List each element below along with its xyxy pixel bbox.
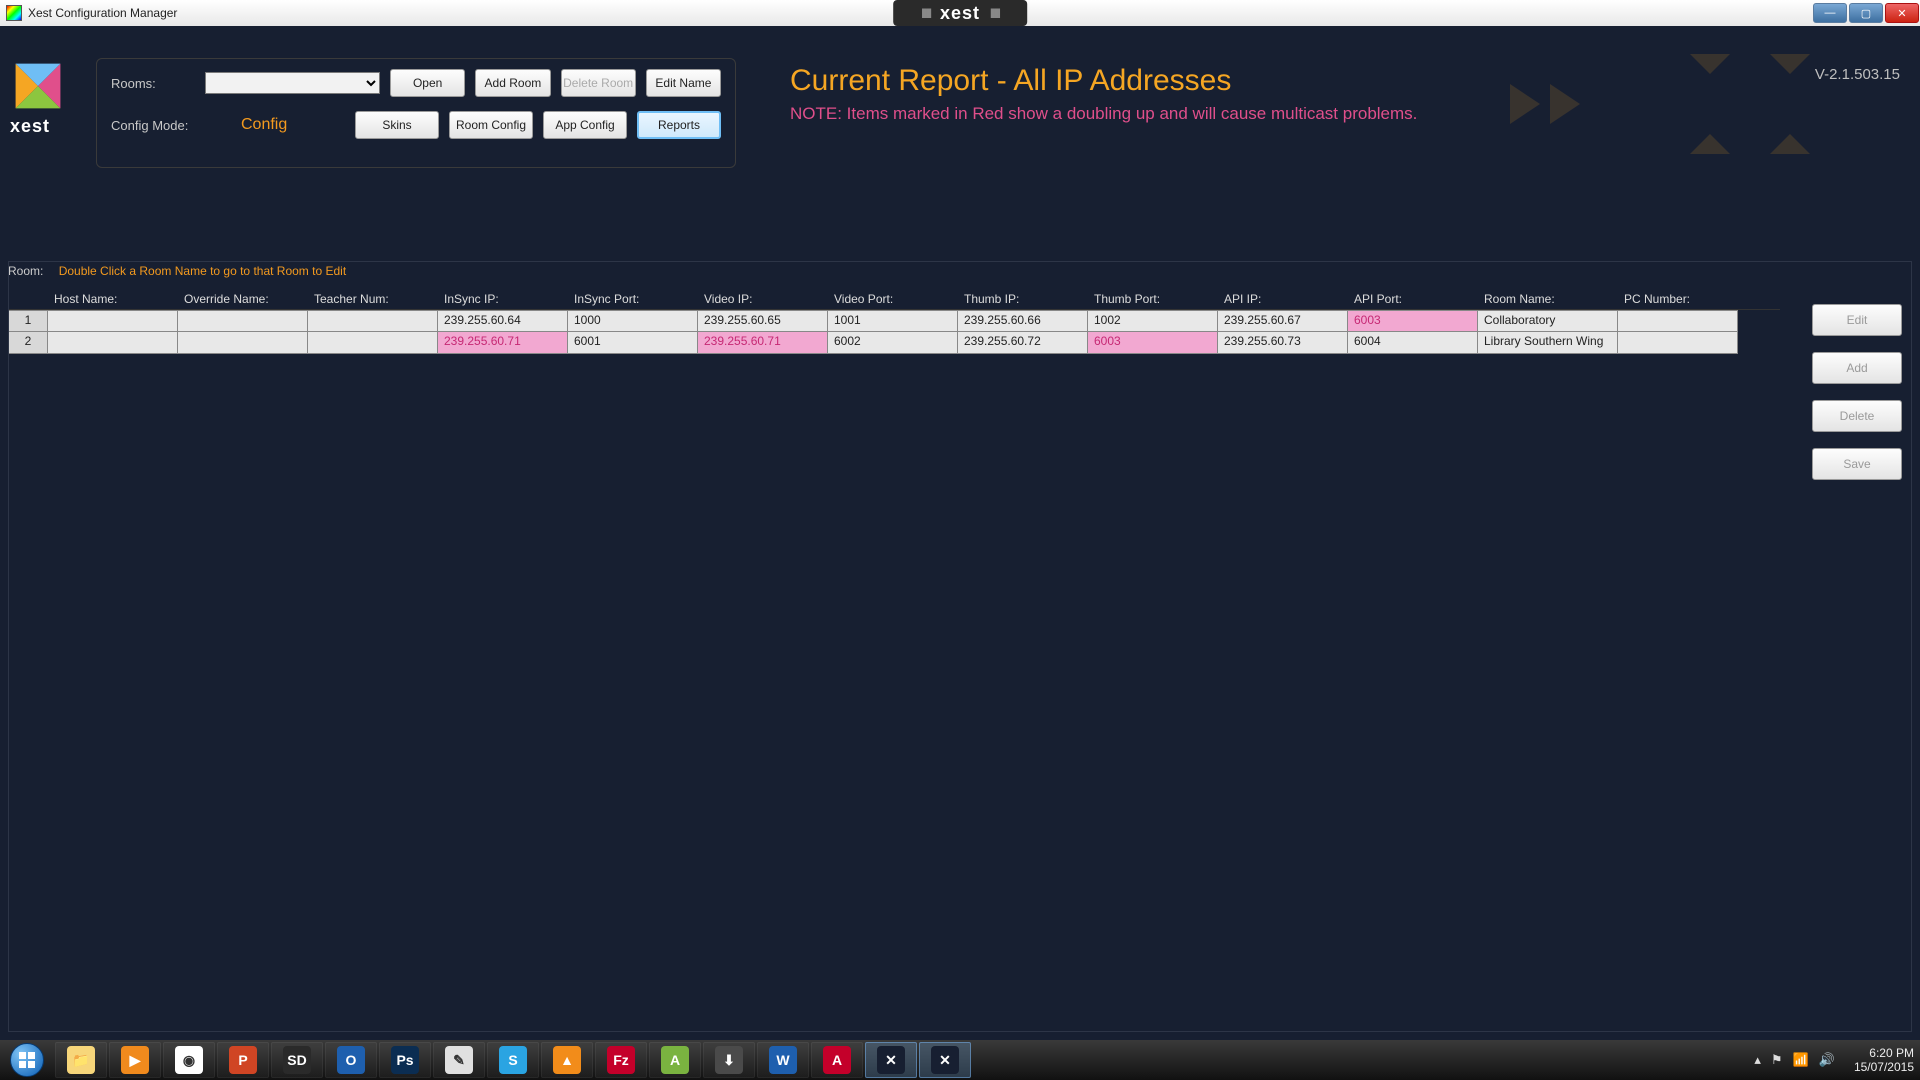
taskbar-item-vlc[interactable]: ▲ (541, 1042, 593, 1078)
sd-icon: SD (283, 1046, 311, 1074)
mediaplayer-icon: ▶ (121, 1046, 149, 1074)
chrome-icon: ◉ (175, 1046, 203, 1074)
system-tray: ▴ ⚑ 📶 🔊 6:20 PM 15/07/2015 (1749, 1046, 1920, 1074)
brand-text: xest (940, 3, 980, 24)
window-title: Xest Configuration Manager (28, 6, 177, 20)
clock[interactable]: 6:20 PM 15/07/2015 (1854, 1046, 1914, 1074)
taskbar-item-explorer[interactable]: 📁 (55, 1042, 107, 1078)
acrobat-icon: A (823, 1046, 851, 1074)
maximize-button[interactable]: ▢ (1849, 3, 1883, 23)
window-titlebar: Xest Configuration Manager ||||||||||| x… (0, 0, 1920, 26)
taskbar-item-mediaplayer[interactable]: ▶ (109, 1042, 161, 1078)
taskbar: 📁▶◉PSDOPs✎S▲FzA⬇WA✕✕ ▴ ⚑ 📶 🔊 6:20 PM 15/… (0, 1040, 1920, 1080)
header: xest Rooms: Open Add Room Delete Room Ed… (0, 26, 1920, 161)
vlc-icon: ▲ (553, 1046, 581, 1074)
taskbar-item-outlook[interactable]: O (325, 1042, 377, 1078)
taskbar-item-powerpoint[interactable]: P (217, 1042, 269, 1078)
xest2-icon: ✕ (931, 1046, 959, 1074)
close-button[interactable]: ✕ (1885, 3, 1919, 23)
explorer-icon: 📁 (67, 1046, 95, 1074)
add-room-button[interactable]: Add Room (475, 69, 550, 97)
app-config-button[interactable]: App Config (543, 111, 627, 139)
taskbar-item-notepad[interactable]: ✎ (433, 1042, 485, 1078)
taskbar-item-acrobat[interactable]: A (811, 1042, 863, 1078)
skins-button[interactable]: Skins (355, 111, 439, 139)
table-border (8, 261, 1912, 1032)
grip-right: ||||||||||| (990, 8, 999, 19)
photoshop-icon: Ps (391, 1046, 419, 1074)
config-mode-value: Config (241, 116, 287, 134)
report-note: NOTE: Items marked in Red show a doublin… (790, 104, 1417, 124)
outlook-icon: O (337, 1046, 365, 1074)
tray-volume-icon[interactable]: 🔊 (1819, 1052, 1835, 1068)
rooms-panel: Rooms: Open Add Room Delete Room Edit Na… (96, 58, 736, 168)
delete-room-button[interactable]: Delete Room (561, 69, 636, 97)
word-icon: W (769, 1046, 797, 1074)
grip-left: ||||||||||| (921, 8, 930, 19)
app-icon (6, 5, 22, 21)
taskbar-item-androidstudio[interactable]: A (649, 1042, 701, 1078)
taskbar-item-chrome[interactable]: ◉ (163, 1042, 215, 1078)
notepad-icon: ✎ (445, 1046, 473, 1074)
room-config-button[interactable]: Room Config (449, 111, 533, 139)
clock-date: 15/07/2015 (1854, 1060, 1914, 1074)
windows-icon (10, 1043, 44, 1077)
taskbar-item-download[interactable]: ⬇ (703, 1042, 755, 1078)
filezilla-icon: Fz (607, 1046, 635, 1074)
taskbar-item-word[interactable]: W (757, 1042, 809, 1078)
report-title: Current Report - All IP Addresses (790, 64, 1231, 98)
brand-pill: ||||||||||| xest ||||||||||| (893, 0, 1027, 26)
androidstudio-icon: A (661, 1046, 689, 1074)
edit-name-button[interactable]: Edit Name (646, 69, 721, 97)
tray-chevron-icon[interactable]: ▴ (1754, 1052, 1761, 1068)
version-label: V-2.1.503.15 (1815, 66, 1900, 83)
config-mode-label: Config Mode: (111, 118, 216, 133)
reports-button[interactable]: Reports (637, 111, 721, 139)
rooms-label: Rooms: (111, 76, 205, 91)
app-body: xest Rooms: Open Add Room Delete Room Ed… (0, 26, 1920, 1040)
taskbar-item-skype[interactable]: S (487, 1042, 539, 1078)
taskbar-item-filezilla[interactable]: Fz (595, 1042, 647, 1078)
taskbar-item-photoshop[interactable]: Ps (379, 1042, 431, 1078)
rooms-select[interactable] (205, 72, 380, 94)
tray-network-icon[interactable]: 📶 (1793, 1052, 1809, 1068)
logo-text: xest (10, 116, 50, 137)
open-button[interactable]: Open (390, 69, 465, 97)
start-button[interactable] (0, 1040, 54, 1080)
download-icon: ⬇ (715, 1046, 743, 1074)
powerpoint-icon: P (229, 1046, 257, 1074)
taskbar-item-sd[interactable]: SD (271, 1042, 323, 1078)
xest1-icon: ✕ (877, 1046, 905, 1074)
minimize-button[interactable]: — (1813, 3, 1847, 23)
clock-time: 6:20 PM (1854, 1046, 1914, 1060)
taskbar-item-xest2[interactable]: ✕ (919, 1042, 971, 1078)
logo-icon (10, 58, 66, 114)
skype-icon: S (499, 1046, 527, 1074)
taskbar-item-xest1[interactable]: ✕ (865, 1042, 917, 1078)
tray-flag-icon[interactable]: ⚑ (1771, 1052, 1783, 1068)
